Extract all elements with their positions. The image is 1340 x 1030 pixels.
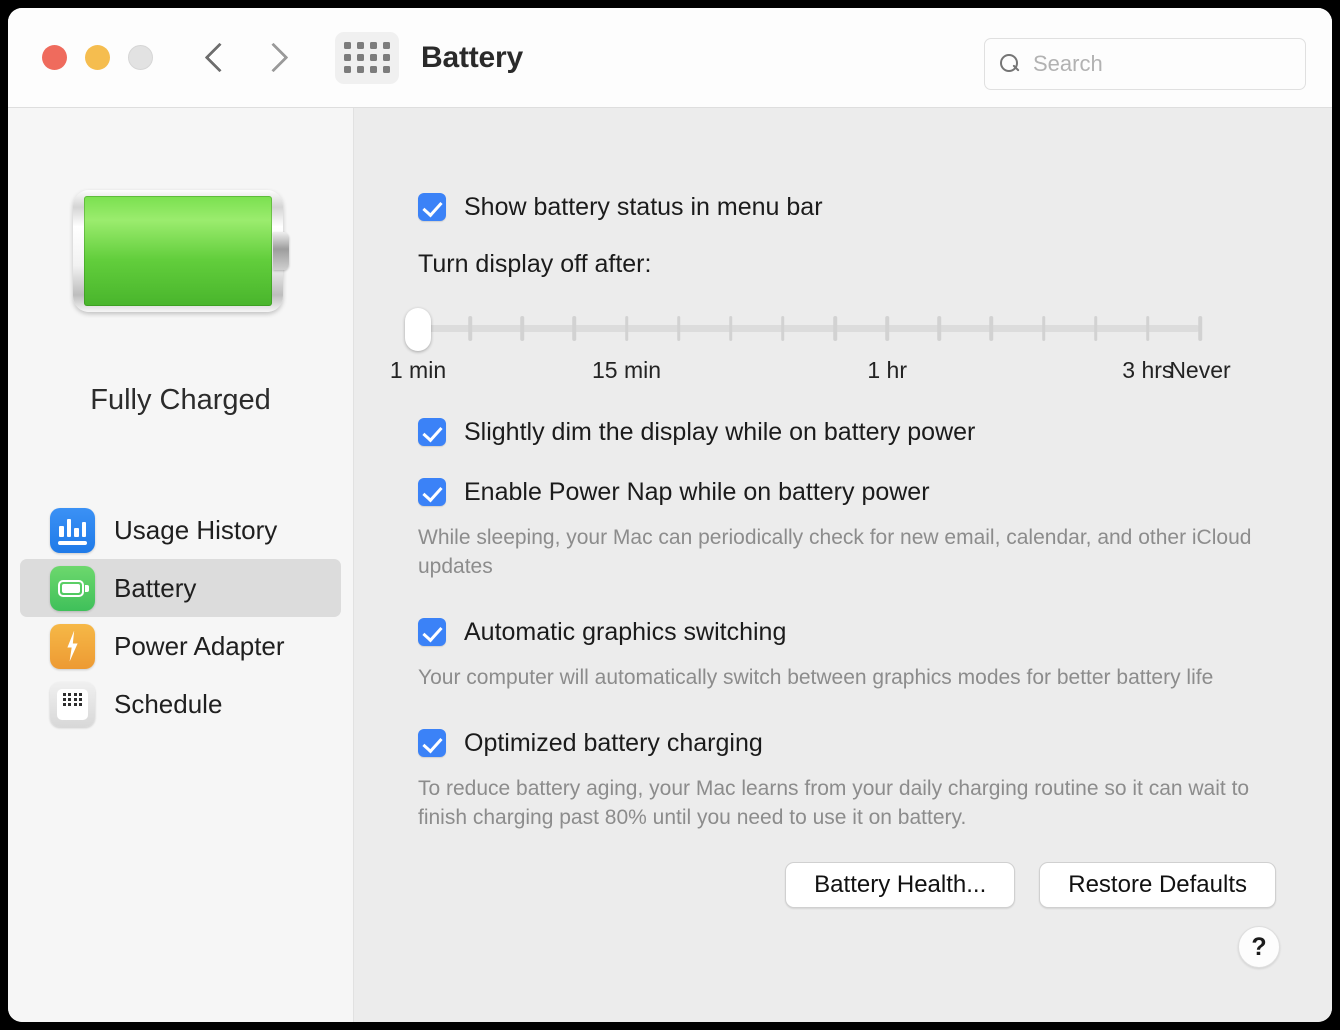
window-toolbar: Battery Search bbox=[8, 8, 1332, 108]
search-input[interactable]: Search bbox=[984, 38, 1306, 90]
battery-cap bbox=[272, 232, 289, 270]
optimized-charging-label: Optimized battery charging bbox=[464, 729, 763, 757]
forward-chevron-icon[interactable] bbox=[261, 38, 287, 78]
sidebar-item-label: Schedule bbox=[114, 688, 223, 719]
large-battery-graphic bbox=[72, 190, 289, 312]
search-icon bbox=[999, 53, 1021, 75]
display-off-slider[interactable] bbox=[405, 308, 1202, 351]
optimized-charging-help-text: To reduce battery aging, your Mac learns… bbox=[418, 777, 1250, 829]
window-body: Fully Charged Usage History Battery Powe… bbox=[8, 108, 1332, 1022]
slider-tick-labels: 1 min 15 min 1 hr 3 hrs Never bbox=[390, 357, 1256, 389]
power-nap-row[interactable]: Enable Power Nap while on battery power bbox=[418, 475, 1332, 509]
help-button[interactable]: ? bbox=[1238, 926, 1280, 968]
page-title: Battery bbox=[421, 40, 523, 74]
slider-ticks bbox=[416, 316, 1202, 341]
sidebar-item-label: Usage History bbox=[114, 514, 278, 545]
slider-tick-label: 3 hrs bbox=[1122, 357, 1174, 383]
restore-defaults-button[interactable]: Restore Defaults bbox=[1039, 862, 1276, 908]
power-nap-label: Enable Power Nap while on battery power bbox=[464, 478, 930, 506]
turn-display-off-label: Turn display off after: bbox=[418, 250, 652, 278]
slider-tick bbox=[989, 316, 994, 341]
graphics-switching-checkbox[interactable] bbox=[418, 618, 446, 646]
minimize-button[interactable] bbox=[85, 45, 110, 70]
show-battery-status-label: Show battery status in menu bar bbox=[464, 193, 823, 221]
slider-tick bbox=[676, 316, 681, 341]
slider-tick bbox=[1041, 316, 1046, 341]
schedule-icon bbox=[50, 681, 95, 727]
slider-tick bbox=[781, 316, 785, 341]
sidebar-item-usage-history[interactable]: Usage History bbox=[20, 501, 341, 559]
dim-display-checkbox[interactable] bbox=[418, 418, 446, 446]
traffic-lights bbox=[42, 45, 153, 70]
action-button-row: Battery Health... Restore Defaults bbox=[785, 862, 1276, 908]
sidebar-item-battery[interactable]: Battery bbox=[20, 559, 341, 617]
slider-tick bbox=[520, 316, 525, 341]
show-battery-status-row[interactable]: Show battery status in menu bar bbox=[418, 190, 1332, 224]
main-panel: Show battery status in menu bar Turn dis… bbox=[354, 108, 1332, 1022]
power-adapter-icon bbox=[50, 623, 95, 669]
slider-tick bbox=[1146, 316, 1150, 341]
slider-tick-label: 15 min bbox=[592, 357, 662, 383]
power-nap-help-text: While sleeping, your Mac can periodicall… bbox=[418, 526, 1252, 578]
sidebar-item-label: Power Adapter bbox=[114, 630, 285, 661]
battery-status-text: Fully Charged bbox=[90, 384, 271, 416]
slider-tick-label: Never bbox=[1169, 357, 1231, 383]
slider-tick bbox=[572, 316, 577, 341]
graphics-switching-help-text: Your computer will automatically switch … bbox=[418, 666, 1214, 689]
show-battery-status-checkbox[interactable] bbox=[418, 193, 446, 221]
sidebar-item-power-adapter[interactable]: Power Adapter bbox=[20, 617, 341, 675]
graphics-switching-row[interactable]: Automatic graphics switching bbox=[418, 615, 1332, 649]
slider-tick bbox=[468, 316, 472, 341]
slider-tick-label: 1 min bbox=[389, 357, 447, 383]
slider-tick bbox=[1198, 316, 1202, 341]
optimized-charging-row[interactable]: Optimized battery charging bbox=[418, 726, 1332, 760]
slider-tick bbox=[937, 316, 942, 341]
graphics-switching-label: Automatic graphics switching bbox=[464, 618, 787, 646]
back-chevron-icon[interactable] bbox=[205, 38, 231, 78]
slider-tick bbox=[624, 316, 629, 341]
dim-display-label: Slightly dim the display while on batter… bbox=[464, 418, 976, 446]
sidebar-nav-list: Usage History Battery Power Adapter Sche… bbox=[8, 501, 353, 733]
close-button[interactable] bbox=[42, 45, 67, 70]
search-placeholder: Search bbox=[1033, 51, 1103, 76]
slider-tick bbox=[729, 316, 733, 341]
slider-tick bbox=[885, 316, 889, 341]
sidebar: Fully Charged Usage History Battery Powe… bbox=[8, 108, 354, 1022]
slider-thumb[interactable] bbox=[405, 308, 431, 351]
sidebar-item-label: Battery bbox=[114, 572, 197, 603]
preferences-window: Battery Search Fully Charged Usage Histo… bbox=[8, 8, 1332, 1022]
slider-tick-label: 1 hr bbox=[867, 357, 908, 383]
battery-icon bbox=[50, 565, 95, 611]
battery-fill bbox=[83, 196, 272, 306]
usage-history-icon bbox=[50, 507, 95, 553]
dim-display-row[interactable]: Slightly dim the display while on batter… bbox=[418, 415, 1332, 449]
slider-tick bbox=[1093, 316, 1098, 341]
navigation-arrows bbox=[205, 38, 287, 78]
show-all-grid-icon[interactable] bbox=[335, 31, 399, 84]
slider-tick bbox=[833, 316, 837, 341]
battery-health-button[interactable]: Battery Health... bbox=[785, 862, 1016, 908]
optimized-charging-checkbox[interactable] bbox=[418, 729, 446, 757]
zoom-button[interactable] bbox=[128, 45, 153, 70]
sidebar-item-schedule[interactable]: Schedule bbox=[20, 675, 341, 733]
power-nap-checkbox[interactable] bbox=[418, 478, 446, 506]
